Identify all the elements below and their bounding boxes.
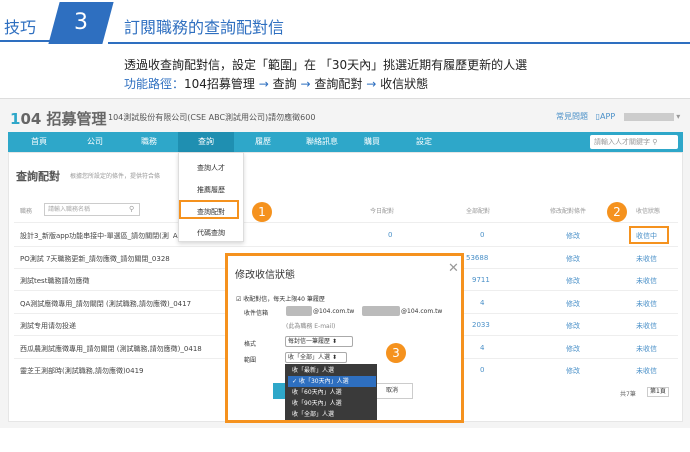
nav-messages[interactable]: 聯絡訊息 <box>292 132 352 152</box>
email-redacted <box>286 306 312 316</box>
edit-link[interactable]: 修改 <box>566 231 580 241</box>
email-1: @104.com.tw <box>313 308 355 315</box>
table-row: 設計3_新版app功能串接中-單選區_請勿關閉(測 A <box>20 232 178 240</box>
tip-title: 訂閱職務的查詢配對信 <box>124 18 285 37</box>
brand-logo: 104 招募管理 <box>10 110 107 128</box>
status-link[interactable]: 未收信 <box>636 276 657 286</box>
nav-company[interactable]: 公司 <box>70 132 120 152</box>
close-icon[interactable]: ✕ <box>448 261 459 276</box>
email-2: @104.com.tw <box>401 308 443 315</box>
menu-item-code-lookup[interactable]: 代碼查詢 <box>178 228 244 238</box>
step-badge-2: 2 <box>607 202 627 222</box>
page-select[interactable]: 第1頁 <box>647 387 669 397</box>
menu-item-recommended[interactable]: 推薦履歷 <box>178 185 244 195</box>
col-job: 職務 <box>20 208 33 215</box>
all-count[interactable]: 2033 <box>472 321 490 329</box>
col-all: 全部配對 <box>466 208 491 215</box>
faq-link[interactable]: 常見問題 <box>556 112 588 121</box>
status-highlight <box>629 226 669 244</box>
chevron-down-icon[interactable]: ▾ <box>676 112 680 121</box>
chevron-icon: ⬍ <box>331 338 337 345</box>
function-path: 功能路徑：104招募管理 → 查詢 → 查詢配對 → 收信狀態 <box>124 77 429 91</box>
step-badge-3: 3 <box>386 343 406 363</box>
nav-jobs[interactable]: 職務 <box>124 132 174 152</box>
page-subtitle: 根據您所設定的條件，提供符合條 <box>70 173 161 180</box>
search-icon[interactable]: ⚲ <box>129 205 134 213</box>
table-row: QA測試應徵專用_請勿關閉 (測試職務,請勿應徵)_0417 <box>20 300 192 308</box>
nav-settings[interactable]: 設定 <box>404 132 444 152</box>
job-search-input[interactable]: 請輸入職務名稱 <box>44 203 140 216</box>
divider <box>14 222 678 223</box>
tip-description: 透過收查詢配對信，設定「範圍」在 「30天內」挑選近期有履歷更新的人選 <box>124 58 528 72</box>
page-title: 查詢配對 <box>16 170 60 183</box>
email-note: (此為職務 E-mail) <box>286 323 336 330</box>
step-badge-1: 1 <box>252 202 272 222</box>
recipient-label: 收件信箱 <box>244 310 269 317</box>
company-name: 104測試股份有限公司(CSE ABC測試用公司)請勿應徵600 <box>108 113 316 122</box>
tip-divider <box>108 42 690 44</box>
nav-search[interactable]: 查詢 <box>178 132 234 152</box>
nav-resume[interactable]: 履歷 <box>238 132 288 152</box>
nav-purchase[interactable]: 購買 <box>352 132 392 152</box>
range-option[interactable]: 收「最新」人選 <box>288 365 376 376</box>
col-status: 收信狀態 <box>636 208 661 215</box>
top-links: 常見問題 ▯APP ▾ <box>556 111 680 122</box>
range-select[interactable]: 收「全部」人選 ⬍ <box>285 352 347 363</box>
table-row: 測試test職務請勿應徵 <box>20 277 90 285</box>
edit-link[interactable]: 修改 <box>566 366 580 376</box>
range-option[interactable]: 收「全部」人選 <box>288 409 376 420</box>
status-link[interactable]: 未收信 <box>636 366 657 376</box>
tip-number: 3 <box>48 2 114 44</box>
search-icon: ⚲ <box>652 138 658 146</box>
col-today: 今日配對 <box>370 208 395 215</box>
all-count[interactable]: 0 <box>480 366 484 374</box>
status-link[interactable]: 未收信 <box>636 321 657 331</box>
cancel-button[interactable]: 取消 <box>371 383 413 399</box>
app-link[interactable]: ▯APP <box>596 112 616 121</box>
menu-highlight <box>179 200 239 219</box>
format-select[interactable]: 每封信一筆履歷 ⬍ <box>285 336 353 347</box>
all-count[interactable]: 9711 <box>472 276 490 284</box>
range-option[interactable]: 收「90天內」人選 <box>288 398 376 409</box>
status-link[interactable]: 未收信 <box>636 299 657 309</box>
format-label: 格式 <box>244 341 257 348</box>
all-count[interactable]: 4 <box>480 344 484 352</box>
menu-item-talent-search[interactable]: 查詢人才 <box>178 163 244 173</box>
edit-link[interactable]: 修改 <box>566 254 580 264</box>
col-edit: 修改配對條件 <box>550 208 587 215</box>
table-row: 西瓜農測試應徵專用_請勿關閉 (測試職務,請勿應徵)_0418 <box>20 345 202 353</box>
status-link[interactable]: 未收信 <box>636 254 657 264</box>
table-row: 測試专用请勿投递 <box>20 322 76 330</box>
edit-link[interactable]: 修改 <box>566 299 580 309</box>
receive-checkbox[interactable]: ☑ 收配對信，每天上限40 筆履歷 <box>236 294 325 303</box>
edit-link[interactable]: 修改 <box>566 344 580 354</box>
edit-link[interactable]: 修改 <box>566 276 580 286</box>
modal-title: 修改收信狀態 <box>235 270 295 281</box>
status-link[interactable]: 未收信 <box>636 344 657 354</box>
all-count[interactable]: 53688 <box>466 254 488 262</box>
user-name-redacted <box>623 112 674 121</box>
table-row: 靈芝王測部時(測試職務,請勿應徵)0419 <box>20 367 144 375</box>
range-option[interactable]: 收「60天內」人選 <box>288 387 376 398</box>
nav-home[interactable]: 首頁 <box>14 132 64 152</box>
tip-tag: 技巧 <box>0 14 54 42</box>
talent-search-input[interactable]: 請輸入人才關鍵字 ⚲ <box>590 135 678 149</box>
all-count[interactable]: 0 <box>480 231 484 239</box>
today-count[interactable]: 0 <box>388 231 392 239</box>
all-count[interactable]: 4 <box>480 299 484 307</box>
email-redacted <box>362 306 400 316</box>
range-label: 範圍 <box>244 357 257 364</box>
pager-count: 共7筆 <box>620 391 636 398</box>
chevron-icon: ⬍ <box>331 354 337 361</box>
range-option-selected[interactable]: ✓ 收「30天內」人選 <box>288 376 376 387</box>
table-row: PO測試 7天職務更新_請勿應徵_請勿關閉_0328 <box>20 255 170 263</box>
divider <box>14 246 678 247</box>
edit-link[interactable]: 修改 <box>566 321 580 331</box>
